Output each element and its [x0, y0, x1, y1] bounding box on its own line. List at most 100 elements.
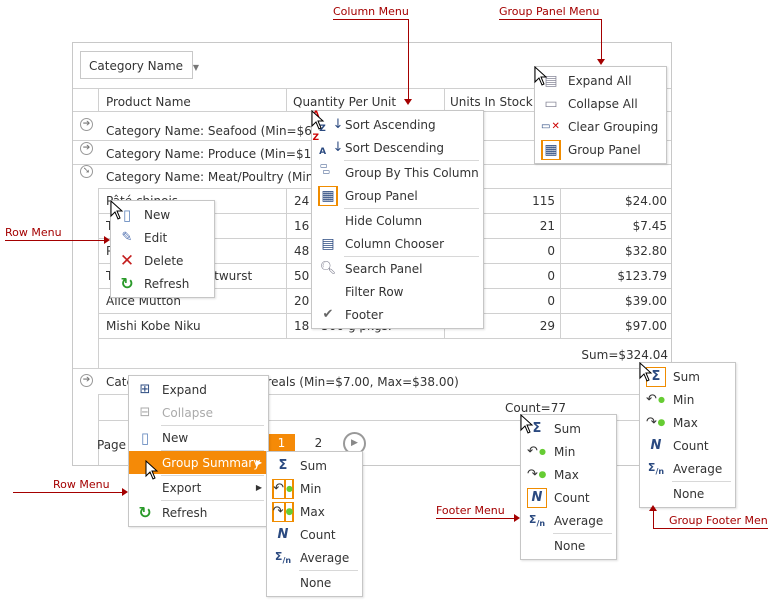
menu-item-edit[interactable]: ✎ Edit	[111, 226, 214, 249]
menu-item-expand[interactable]: ⊞ Expand	[129, 378, 268, 401]
menu-item-collapse[interactable]: ⊟ Collapse	[129, 401, 268, 424]
menu-item-label: Max	[554, 467, 579, 482]
group-row-meat-poultry[interactable]: Category Name: Meat/Poultry (Min=$7	[106, 170, 339, 184]
sum-icon: Σ	[278, 458, 288, 473]
menu-item-count[interactable]: N Count	[267, 523, 362, 546]
menu-item-average[interactable]: Σ/n Average	[267, 546, 362, 569]
cell-price: $32.80	[625, 244, 667, 258]
menu-item-none[interactable]: None	[267, 571, 362, 594]
cell-price: $97.00	[625, 319, 667, 333]
column-header-quantity-per-unit[interactable]: Quantity Per Unit	[293, 95, 396, 109]
menu-item-footer[interactable]: ✔ Footer	[312, 303, 483, 326]
group-panel-column-button[interactable]: Category Name ▼	[80, 51, 199, 79]
menu-item-average[interactable]: Σ/n Average	[640, 457, 735, 480]
menu-item-none[interactable]: None	[521, 534, 616, 557]
menu-item-label: Search Panel	[345, 261, 423, 276]
menu-item-label: Average	[300, 550, 350, 565]
clear-grouping-icon: ▭ ✕	[541, 121, 560, 132]
menu-item-label: Sort Descending	[345, 140, 445, 155]
menu-item-count[interactable]: N Count	[640, 434, 735, 457]
cell-price: $7.45	[632, 219, 667, 233]
annotation-footer-menu: Footer Menu	[436, 504, 505, 517]
menu-item-group-by-this-column[interactable]: ▭ ▭ Group By This Column	[312, 161, 483, 184]
menu-item-label: Max	[300, 504, 325, 519]
menu-item-label: Expand All	[568, 73, 632, 88]
menu-item-min[interactable]: ↶ ● Min	[267, 477, 362, 500]
column-header-units-in-stock[interactable]: Units In Stock	[450, 95, 533, 109]
menu-item-group-panel[interactable]: ▦ Group Panel	[312, 184, 483, 207]
collapse-all-icon: ▭	[544, 95, 558, 112]
menu-item-label: Refresh	[162, 505, 208, 520]
group-row-produce[interactable]: Category Name: Produce (Min=$10.00,	[106, 147, 342, 161]
chevron-down-icon: ▼	[192, 63, 200, 72]
blank-icon	[640, 482, 672, 505]
average-icon: Σ/n	[528, 512, 546, 529]
menu-item-filter-row[interactable]: Filter Row	[312, 280, 483, 303]
expand-group-icon[interactable]: ➔	[80, 118, 93, 131]
group-footer-sum[interactable]: Sum=$324.04	[513, 348, 668, 362]
column-header-product-name[interactable]: Product Name	[106, 95, 191, 109]
blank-icon	[312, 280, 344, 303]
cell-product: Mishi Kobe Niku	[106, 319, 201, 333]
menu-item-label: Average	[554, 513, 604, 528]
menu-item-sort-descending[interactable]: Z A ↓ Sort Descending	[312, 132, 483, 159]
column-menu: AZ↓Sort AscendingZA↓Sort Descending▭ ▭Gr…	[311, 110, 484, 329]
menu-item-min[interactable]: ↶ ● Min	[521, 440, 616, 463]
menu-item-average[interactable]: Σ/n Average	[521, 509, 616, 532]
menu-item-label: Clear Grouping	[568, 119, 659, 134]
menu-item-label: Group Panel	[345, 188, 418, 203]
collapse-group-icon[interactable]: ➘	[80, 165, 93, 178]
menu-item-label: Filter Row	[345, 284, 404, 299]
mouse-cursor-icon	[311, 109, 325, 130]
menu-item-max[interactable]: ↷ ● Max	[521, 463, 616, 486]
footer-count[interactable]: Count=77	[505, 401, 566, 415]
row-bottom-menu: ⊞ Expand ⊟ Collapse ▯ New Group Summary ▶ Export…	[128, 375, 269, 527]
group-summary-sub-menu: Σ Sum ↶ ● Min ↷ ● Max N Count Σ/n Average None	[266, 451, 363, 597]
menu-item-new[interactable]: ▯ New	[111, 203, 214, 226]
menu-item-delete[interactable]: ✕ Delete	[111, 249, 214, 272]
menu-item-refresh[interactable]: ↻ Refresh	[111, 272, 214, 295]
menu-item-column-chooser[interactable]: ▤ Column Chooser	[312, 232, 483, 255]
average-icon: Σ/n	[647, 460, 665, 477]
mouse-cursor-icon	[639, 361, 653, 382]
count-icon: N	[277, 527, 289, 542]
menu-item-expand-all[interactable]: ▤ Expand All	[535, 69, 666, 92]
search-icon: 🔍︎	[319, 261, 337, 276]
mouse-cursor-icon	[110, 199, 124, 220]
expand-group-icon[interactable]: ➔	[80, 374, 93, 387]
refresh-icon: ↻	[120, 274, 134, 293]
menu-item-label: Min	[300, 481, 322, 496]
group-panel-menu: ▤ Expand All ▭ Collapse All ▭ ✕ Clear Grouping…	[534, 66, 667, 164]
menu-item-count[interactable]: N Count	[521, 486, 616, 509]
menu-item-max[interactable]: ↷ ● Max	[640, 411, 735, 434]
sort-descending-icon: Z A ↓	[312, 132, 344, 157]
menu-item-sum[interactable]: Σ Sum	[640, 365, 735, 388]
min-icon: ↶ ●	[527, 444, 546, 459]
row-top-menu: ▯ New ✎ Edit ✕ Delete ↻ Refresh	[110, 200, 215, 298]
menu-item-label: New	[162, 430, 189, 445]
menu-item-label: Sort Ascending	[345, 117, 436, 132]
count-icon: N	[521, 486, 553, 509]
menu-item-clear-grouping[interactable]: ▭ ✕ Clear Grouping	[535, 115, 666, 138]
menu-item-min[interactable]: ↶ ● Min	[640, 388, 735, 411]
menu-item-hide-column[interactable]: Hide Column	[312, 209, 483, 232]
menu-item-refresh[interactable]: ↻ Refresh	[129, 501, 268, 524]
menu-item-label: Edit	[144, 230, 168, 245]
cell-price: $123.79	[617, 269, 667, 283]
menu-item-sum[interactable]: Σ Sum	[521, 417, 616, 440]
menu-item-new[interactable]: ▯ New	[129, 426, 268, 449]
menu-item-max[interactable]: ↷ ● Max	[267, 500, 362, 523]
submenu-arrow-icon: ▶	[255, 458, 262, 467]
menu-item-label: Collapse All	[568, 96, 638, 111]
blank-icon	[312, 209, 344, 232]
menu-item-sort-ascending[interactable]: AZ↓Sort Ascending	[312, 110, 483, 136]
menu-item-label: New	[144, 207, 171, 222]
menu-item-collapse-all[interactable]: ▭ Collapse All	[535, 92, 666, 115]
menu-item-group-panel[interactable]: ▦ Group Panel	[535, 138, 666, 161]
menu-item-sum[interactable]: Σ Sum	[267, 454, 362, 477]
blank-icon	[267, 571, 299, 594]
menu-item-search-panel[interactable]: 🔍︎ Search Panel	[312, 257, 483, 280]
menu-item-none[interactable]: None	[640, 482, 735, 505]
expand-group-icon[interactable]: ➔	[80, 142, 93, 155]
min-icon: ↶ ●	[646, 392, 665, 407]
